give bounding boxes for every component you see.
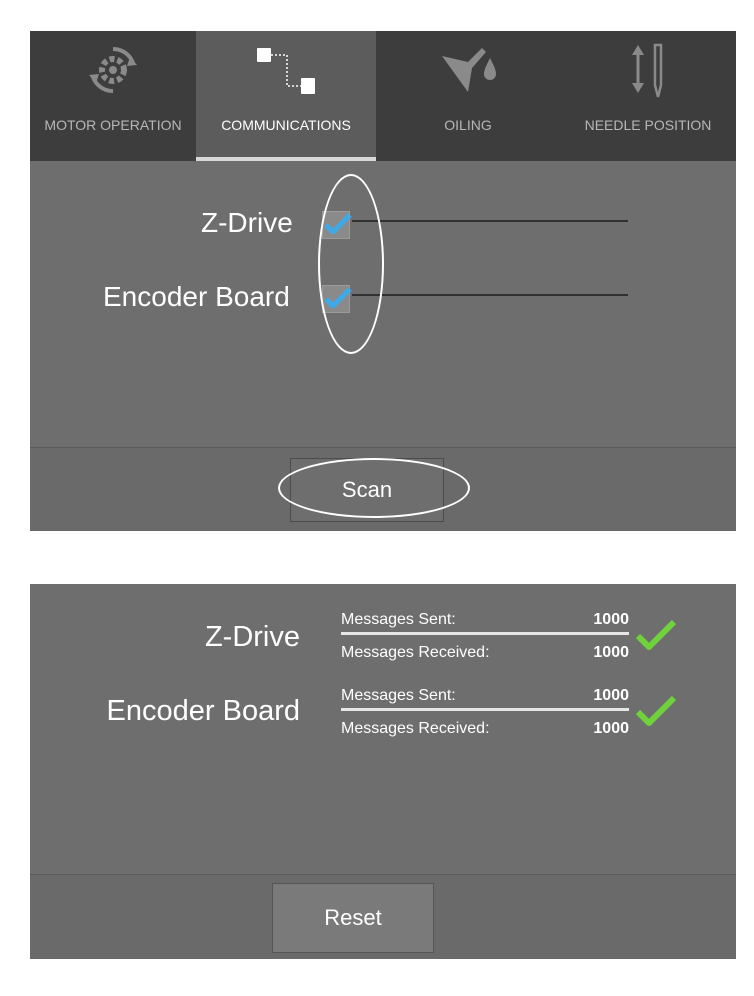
messages-sent-value: 1000 bbox=[593, 611, 629, 628]
communications-scan-panel: MOTOR OPERATION COMMUNICATIONS OILING NE… bbox=[30, 31, 736, 531]
scan-button[interactable]: Scan bbox=[290, 458, 444, 522]
messages-sent-value: 1000 bbox=[593, 687, 629, 704]
messages-received-value: 1000 bbox=[593, 644, 629, 661]
tab-label: MOTOR OPERATION bbox=[44, 117, 182, 133]
device-label-z-drive: Z-Drive bbox=[204, 621, 300, 653]
stats-divider bbox=[341, 708, 629, 711]
messages-received-value: 1000 bbox=[593, 720, 629, 737]
oil-drop-icon bbox=[376, 41, 560, 99]
z-drive-checkbox[interactable] bbox=[322, 211, 352, 239]
messages-received-label: Messages Received: bbox=[341, 644, 490, 661]
messages-sent-label: Messages Sent: bbox=[341, 611, 456, 628]
tab-label: NEEDLE POSITION bbox=[584, 117, 712, 133]
encoder-board-link-line bbox=[352, 294, 628, 296]
device-label-z-drive: Z-Drive bbox=[201, 207, 293, 238]
active-tab-indicator bbox=[196, 157, 376, 161]
tab-communications[interactable]: COMMUNICATIONS bbox=[196, 31, 376, 161]
communications-results-panel: Z-Drive Messages Sent: 1000 Messages Rec… bbox=[30, 584, 736, 959]
tab-motor-operation[interactable]: MOTOR OPERATION bbox=[30, 31, 196, 161]
network-nodes-icon bbox=[196, 41, 376, 99]
reset-button[interactable]: Reset bbox=[272, 883, 434, 953]
z-drive-link-line bbox=[352, 220, 628, 222]
bottom-action-bar: Reset bbox=[30, 874, 736, 959]
success-check-icon bbox=[635, 619, 677, 650]
tab-bar: MOTOR OPERATION COMMUNICATIONS OILING NE… bbox=[30, 31, 736, 161]
stats-divider bbox=[341, 632, 629, 635]
checkmark-icon bbox=[324, 213, 352, 235]
messages-received-label: Messages Received: bbox=[341, 720, 490, 737]
needle-arrows-icon bbox=[560, 41, 736, 99]
highlight-ellipse bbox=[318, 174, 384, 354]
success-check-icon bbox=[635, 695, 677, 726]
tab-needle-position[interactable]: NEEDLE POSITION bbox=[560, 31, 736, 161]
tab-label: COMMUNICATIONS bbox=[221, 117, 351, 133]
tab-oiling[interactable]: OILING bbox=[376, 31, 560, 161]
bottom-action-bar: Scan bbox=[30, 447, 736, 531]
device-label-encoder-board: Encoder Board bbox=[106, 695, 300, 727]
checkmark-icon bbox=[324, 287, 352, 309]
tab-label: OILING bbox=[444, 117, 492, 133]
gear-refresh-icon bbox=[30, 41, 196, 99]
device-label-encoder-board: Encoder Board bbox=[103, 281, 290, 312]
messages-sent-label: Messages Sent: bbox=[341, 687, 456, 704]
encoder-board-checkbox[interactable] bbox=[322, 285, 352, 313]
